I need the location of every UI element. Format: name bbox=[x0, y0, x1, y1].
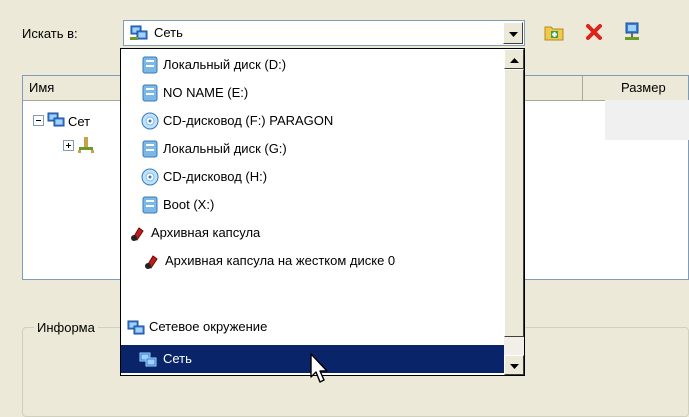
capsule-icon bbox=[129, 224, 147, 242]
network-icon bbox=[127, 318, 145, 336]
delete-icon bbox=[585, 23, 603, 44]
dropdown-item-label: CD-дисковод (F:) PARAGON bbox=[163, 113, 334, 128]
capsule-icon bbox=[143, 252, 161, 270]
scroll-thumb[interactable] bbox=[504, 69, 524, 337]
chevron-down-icon bbox=[509, 358, 519, 373]
size-column-cell bbox=[605, 100, 689, 140]
drive-icon bbox=[141, 84, 159, 102]
network-icon bbox=[139, 350, 157, 368]
dropdown-item-boot-x[interactable]: Boot (X:) bbox=[121, 191, 505, 219]
combo-dropdown-button[interactable] bbox=[503, 22, 523, 44]
information-groupbox-label: Информа bbox=[34, 320, 98, 335]
look-in-value: Сеть bbox=[154, 25, 183, 40]
drive-icon bbox=[141, 56, 159, 74]
look-in-label: Искать в: bbox=[22, 26, 78, 41]
chevron-up-icon bbox=[509, 52, 519, 67]
network-drive-icon bbox=[623, 22, 641, 45]
scroll-down-button[interactable] bbox=[504, 355, 524, 375]
column-size-header[interactable]: Размер bbox=[615, 76, 689, 100]
dropdown-item-cd-h[interactable]: CD-дисковод (H:) bbox=[121, 163, 505, 191]
cd-icon bbox=[141, 112, 159, 130]
expand-icon[interactable] bbox=[63, 139, 74, 154]
dropdown-item-drive-d[interactable]: Локальный диск (D:) bbox=[121, 51, 505, 79]
dropdown-item-network-neighborhood[interactable]: Сетевое окружение bbox=[121, 313, 505, 341]
dropdown-item-label: CD-дисковод (H:) bbox=[163, 169, 268, 184]
new-folder-button[interactable] bbox=[543, 22, 565, 44]
dropdown-item-drive-g[interactable]: Локальный диск (G:) bbox=[121, 135, 505, 163]
map-network-button[interactable] bbox=[621, 22, 643, 44]
delete-button[interactable] bbox=[583, 22, 605, 44]
tree-item-network[interactable]: Сет bbox=[33, 112, 90, 131]
look-in-combobox[interactable]: Сеть bbox=[123, 20, 525, 46]
dropdown-item-archive-capsule-disk0[interactable]: Архивная капсула на жестком диске 0 bbox=[121, 247, 505, 275]
drive-icon bbox=[141, 196, 159, 214]
dropdown-item-label: NO NAME (E:) bbox=[163, 85, 249, 100]
dropdown-item-label: Архивная капсула на жестком диске 0 bbox=[165, 253, 396, 268]
scroll-up-button[interactable] bbox=[504, 49, 524, 69]
new-folder-icon bbox=[544, 23, 564, 44]
dropdown-item-label: Архивная капсула bbox=[151, 225, 261, 240]
dropdown-item-archive-capsule[interactable]: Архивная капсула bbox=[121, 219, 505, 247]
network-icon bbox=[47, 112, 65, 131]
dropdown-item-label: Локальный диск (G:) bbox=[163, 141, 287, 156]
chevron-down-icon bbox=[508, 26, 518, 41]
cd-icon bbox=[141, 168, 159, 186]
dropdown-item-drive-e[interactable]: NO NAME (E:) bbox=[121, 79, 505, 107]
tree-item-child[interactable] bbox=[63, 136, 95, 157]
mouse-cursor-icon bbox=[310, 353, 332, 388]
dropdown-item-label: Сеть bbox=[163, 351, 192, 366]
dropdown-item-cd-f[interactable]: CD-дисковод (F:) PARAGON bbox=[121, 107, 505, 135]
dropdown-scrollbar[interactable] bbox=[504, 49, 524, 375]
dropdown-item-label: Локальный диск (D:) bbox=[163, 57, 287, 72]
dropdown-item-label: Boot (X:) bbox=[163, 197, 215, 212]
tree-item-label: Сет bbox=[68, 114, 91, 129]
dropdown-item-label: Сетевое окружение bbox=[149, 319, 268, 334]
network-share-icon bbox=[77, 136, 95, 157]
look-in-dropdown-list[interactable]: Локальный диск (D:) NO NAME (E:) CD-диск… bbox=[120, 48, 525, 376]
drive-icon bbox=[141, 140, 159, 158]
network-icon bbox=[130, 25, 148, 44]
collapse-icon[interactable] bbox=[33, 114, 44, 129]
